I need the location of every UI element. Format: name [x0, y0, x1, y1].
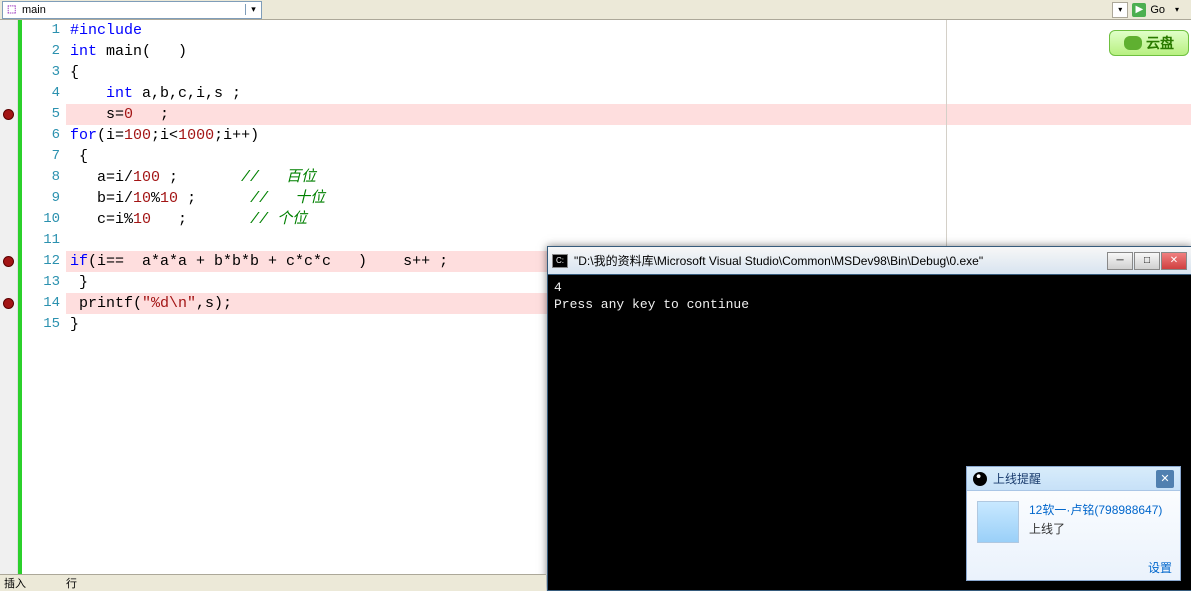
qq-notification-popup[interactable]: 上线提醒 ✕ 12软一·卢铭(798988647) 上线了 设置 — [966, 466, 1181, 581]
line-number: 1 — [22, 20, 60, 41]
go-label: Go — [1150, 4, 1165, 16]
code-line[interactable]: int main( ) — [66, 41, 1191, 62]
yunpan-label: 云盘 — [1146, 33, 1174, 53]
code-line[interactable]: s=0 ; — [66, 104, 1191, 125]
line-number-gutter: 123456789101112131415 — [22, 20, 66, 575]
breakpoint-slot[interactable] — [0, 62, 17, 83]
qq-close-button[interactable]: ✕ — [1156, 470, 1174, 488]
line-number: 12 — [22, 251, 60, 272]
status-bar: 插入 行 — [0, 574, 546, 591]
avatar[interactable] — [977, 501, 1019, 543]
qq-popup-body: 12软一·卢铭(798988647) 上线了 — [967, 491, 1180, 553]
close-button[interactable]: ✕ — [1161, 252, 1187, 270]
code-line[interactable]: { — [66, 62, 1191, 83]
line-number: 9 — [22, 188, 60, 209]
function-icon: ⬚ — [7, 4, 18, 15]
breakpoint-slot[interactable] — [0, 293, 17, 314]
breakpoint-slot[interactable] — [0, 167, 17, 188]
function-name: main — [22, 4, 46, 16]
breakpoint-slot[interactable] — [0, 188, 17, 209]
breakpoint-slot[interactable] — [0, 20, 17, 41]
breakpoint-slot[interactable] — [0, 104, 17, 125]
line-number: 4 — [22, 83, 60, 104]
cloud-icon — [1124, 36, 1142, 50]
function-dropdown[interactable]: ⬚ main ▾ — [2, 1, 262, 19]
code-line[interactable]: b=i/10%10 ; // 十位 — [66, 188, 1191, 209]
line-number: 10 — [22, 209, 60, 230]
line-number: 11 — [22, 230, 60, 251]
qq-popup-title: 上线提醒 — [993, 470, 1041, 487]
breakpoint-slot[interactable] — [0, 272, 17, 293]
go-run-icon[interactable]: ▶ — [1132, 3, 1146, 17]
breakpoint-slot[interactable] — [0, 230, 17, 251]
code-line[interactable]: { — [66, 146, 1191, 167]
console-titlebar[interactable]: C: "D:\我的资料库\Microsoft Visual Studio\Com… — [548, 247, 1191, 275]
breakpoint-slot[interactable] — [0, 83, 17, 104]
line-number: 3 — [22, 62, 60, 83]
line-number: 7 — [22, 146, 60, 167]
window-buttons: ─ □ ✕ — [1107, 252, 1187, 270]
line-number: 8 — [22, 167, 60, 188]
breakpoint-gutter[interactable] — [0, 20, 18, 575]
code-line[interactable]: for(i=100;i<1000;i++) — [66, 125, 1191, 146]
qq-popup-titlebar[interactable]: 上线提醒 ✕ — [967, 467, 1180, 491]
line-number: 13 — [22, 272, 60, 293]
qq-status-text: 上线了 — [1029, 520, 1162, 537]
console-line: 4 — [554, 279, 1185, 296]
qq-username-link[interactable]: 12软一·卢铭(798988647) — [1029, 501, 1162, 518]
line-number: 6 — [22, 125, 60, 146]
console-title: "D:\我的资料库\Microsoft Visual Studio\Common… — [574, 252, 983, 269]
code-line[interactable]: int a,b,c,i,s ; — [66, 83, 1191, 104]
breakpoint-slot[interactable] — [0, 209, 17, 230]
line-number: 5 — [22, 104, 60, 125]
code-line[interactable]: c=i%10 ; // 个位 — [66, 209, 1191, 230]
console-app-icon: C: — [552, 254, 568, 268]
breakpoint-icon[interactable] — [3, 256, 14, 267]
status-line-label: 行 — [66, 575, 77, 591]
code-line[interactable]: #include — [66, 20, 1191, 41]
breakpoint-slot[interactable] — [0, 314, 17, 335]
code-line[interactable]: a=i/100 ; // 百位 — [66, 167, 1191, 188]
line-number: 2 — [22, 41, 60, 62]
maximize-button[interactable]: □ — [1134, 252, 1160, 270]
go-section: ▾ ▶ Go ▾ — [1112, 2, 1189, 18]
qq-penguin-icon — [973, 472, 987, 486]
minimize-button[interactable]: ─ — [1107, 252, 1133, 270]
breakpoint-icon[interactable] — [3, 298, 14, 309]
yunpan-cloud-button[interactable]: 云盘 — [1109, 30, 1189, 56]
console-line: Press any key to continue — [554, 296, 1185, 313]
breakpoint-slot[interactable] — [0, 251, 17, 272]
go-dropdown-icon[interactable]: ▾ — [1169, 2, 1185, 18]
qq-user-info: 12软一·卢铭(798988647) 上线了 — [1029, 501, 1162, 543]
line-number: 14 — [22, 293, 60, 314]
breakpoint-icon[interactable] — [3, 109, 14, 120]
breakpoint-slot[interactable] — [0, 125, 17, 146]
toolbar-mini-dropdown[interactable]: ▾ — [1112, 2, 1128, 18]
top-toolbar: ⬚ main ▾ ▾ ▶ Go ▾ — [0, 0, 1191, 20]
breakpoint-slot[interactable] — [0, 146, 17, 167]
dropdown-arrow-icon[interactable]: ▾ — [245, 4, 261, 15]
line-number: 15 — [22, 314, 60, 335]
breakpoint-slot[interactable] — [0, 41, 17, 62]
console-output: 4 Press any key to continue — [548, 275, 1191, 317]
qq-settings-link[interactable]: 设置 — [1148, 559, 1172, 576]
status-insert-mode: 插入 — [4, 575, 26, 591]
